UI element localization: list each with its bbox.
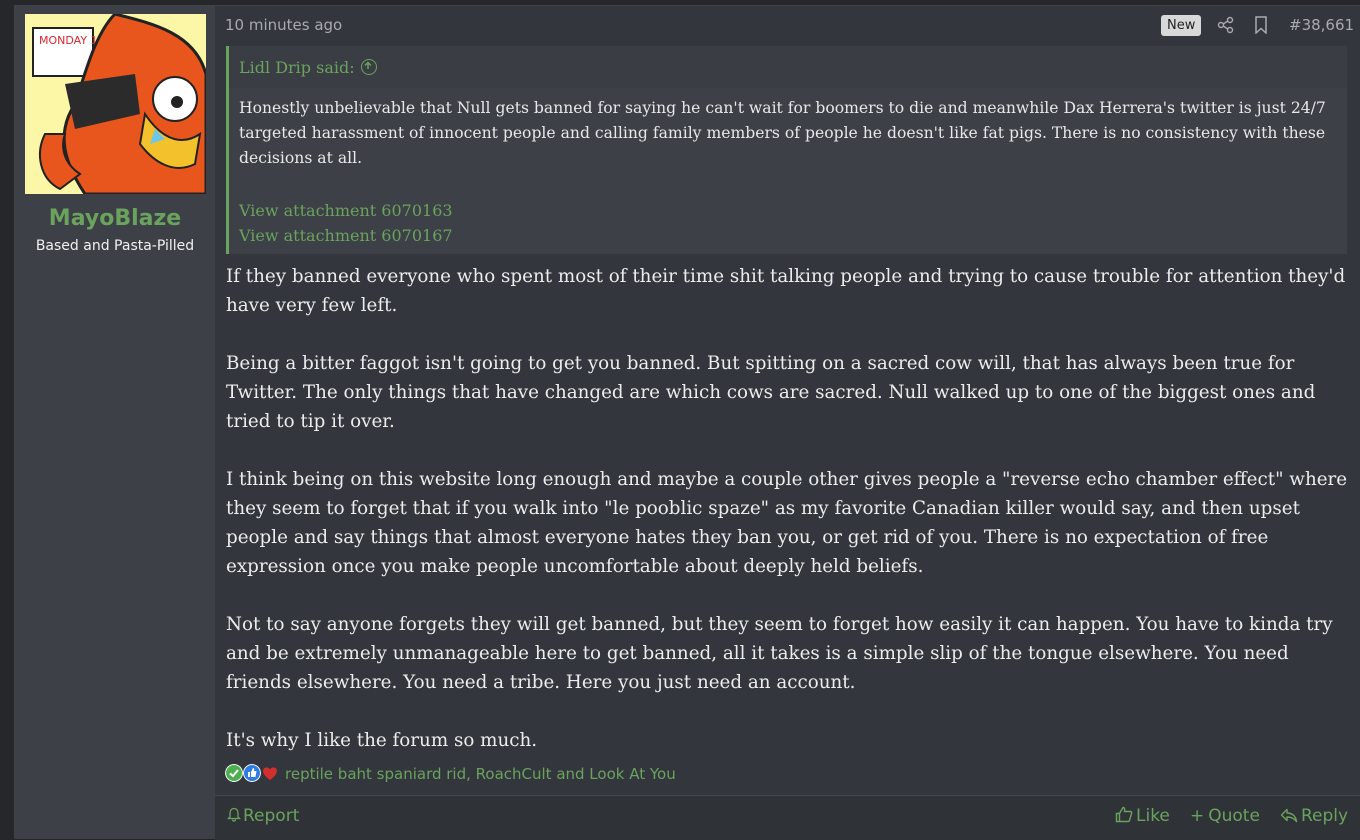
post-timestamp[interactable]: 10 minutes ago	[225, 16, 342, 34]
reaction-users-link[interactable]: reptile baht spaniard rid, RoachCult and…	[285, 765, 676, 783]
thumbs-up-reaction-icon	[243, 764, 261, 782]
quote-block: Lidl Drip said: Honestly unbelievable th…	[226, 46, 1347, 254]
quote-label: Quote	[1208, 806, 1260, 826]
thumbs-up-icon	[1115, 806, 1133, 823]
quote-button[interactable]: + Quote	[1190, 806, 1260, 826]
user-title: Based and Pasta-Pilled	[35, 238, 195, 254]
like-button[interactable]: Like	[1115, 806, 1170, 826]
post-paragraph: I think being on this website long enoug…	[226, 469, 1348, 577]
share-icon[interactable]	[1217, 16, 1235, 34]
reply-button[interactable]: Reply	[1280, 806, 1348, 826]
username[interactable]: MayoBlaze	[15, 206, 215, 231]
post-paragraph: Being a bitter faggot isn't going to get…	[226, 353, 1316, 432]
report-label: Report	[243, 806, 300, 826]
post-body: If they banned everyone who spent most o…	[226, 262, 1351, 784]
post-paragraph: It's why I like the forum so much.	[226, 730, 538, 751]
bookmark-icon[interactable]	[1253, 16, 1269, 34]
attachment-link[interactable]: View attachment 6070167	[239, 226, 453, 245]
reply-arrow-icon	[1280, 808, 1298, 823]
like-label: Like	[1136, 806, 1170, 826]
check-reaction-icon	[225, 764, 243, 782]
avatar[interactable]: MONDAY 10	[25, 14, 206, 194]
user-info-panel: MONDAY 10 MayoBlaze Based and Pasta-Pill…	[15, 6, 215, 839]
reply-label: Reply	[1301, 806, 1349, 826]
quote-header: Lidl Drip said:	[229, 46, 1347, 88]
bell-icon	[226, 807, 242, 822]
go-to-quote-icon[interactable]	[360, 59, 377, 75]
post-actions-bar: Report Like + Quote Reply	[215, 795, 1360, 840]
quote-text: Honestly unbelievable that Null gets ban…	[239, 99, 1326, 167]
forum-post: MONDAY 10 MayoBlaze Based and Pasta-Pill…	[14, 5, 1360, 840]
attachment-link[interactable]: View attachment 6070163	[239, 201, 453, 220]
heart-reaction-icon	[263, 767, 277, 780]
quote-author-text: Lidl Drip said:	[239, 58, 355, 77]
avatar-image: MONDAY 10	[25, 14, 206, 194]
plus-icon: +	[1190, 806, 1205, 826]
post-paragraph: If they banned everyone who spent most o…	[226, 266, 1346, 316]
post-paragraph: Not to say anyone forgets they will get …	[226, 614, 1333, 693]
new-badge: New	[1161, 15, 1202, 36]
quote-author-link[interactable]: Lidl Drip said:	[239, 58, 377, 77]
report-button[interactable]: Report	[226, 806, 300, 826]
post-number-link[interactable]: #38,661	[1289, 16, 1354, 34]
